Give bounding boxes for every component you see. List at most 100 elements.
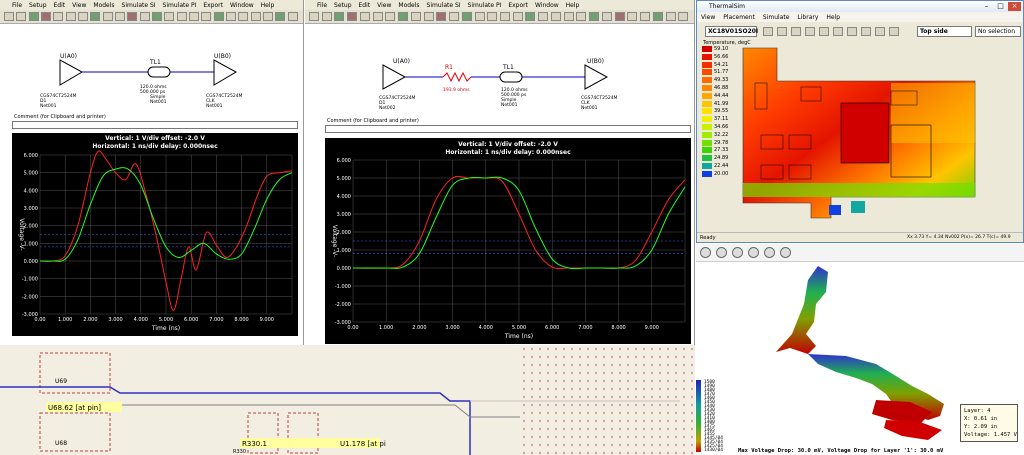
toolbar-button[interactable]: [665, 12, 676, 21]
toolbar-button[interactable]: [275, 12, 286, 21]
middle-menu-help[interactable]: Help: [566, 2, 580, 9]
toolbar-button[interactable]: [436, 12, 447, 21]
left-menu-export[interactable]: Export: [203, 2, 223, 9]
toolbar-button[interactable]: [102, 12, 113, 21]
toolbar-button[interactable]: [53, 12, 64, 21]
toolbar-icon[interactable]: [791, 27, 801, 36]
toolbar-button[interactable]: [474, 12, 485, 21]
toolbar-button[interactable]: [263, 12, 273, 21]
toolbar-button[interactable]: [423, 12, 434, 21]
toolbar-button[interactable]: [309, 12, 319, 21]
middle-menu-edit[interactable]: Edit: [359, 2, 371, 9]
toolbar-button[interactable]: [16, 12, 27, 21]
toolbar-button[interactable]: [410, 12, 421, 21]
toolbar-button[interactable]: [398, 12, 409, 21]
receiver-buffer-icon[interactable]: [213, 59, 238, 86]
minimize-icon[interactable]: –: [980, 2, 993, 11]
toolbar-button[interactable]: [238, 12, 249, 21]
middle-menu-simulate-pi[interactable]: Simulate PI: [468, 2, 502, 9]
left-menu-models[interactable]: Models: [93, 2, 114, 9]
left-menu-edit[interactable]: Edit: [54, 2, 66, 9]
part-select[interactable]: XC18V01SO20I: [705, 26, 758, 37]
toolbar-button[interactable]: [287, 12, 298, 21]
driver-buffer-icon[interactable]: [382, 64, 407, 90]
toolbar-button[interactable]: [461, 12, 472, 21]
toolbar-button[interactable]: [589, 12, 600, 21]
thermal-menu-simulate[interactable]: Simulate: [763, 14, 790, 21]
toolbar-button[interactable]: [127, 12, 138, 21]
toolbar-button[interactable]: [28, 12, 39, 21]
middle-menu-export[interactable]: Export: [508, 2, 528, 9]
middle-menu-view[interactable]: View: [377, 2, 391, 9]
left-menu-view[interactable]: View: [72, 2, 86, 9]
left-menu-setup[interactable]: Setup: [29, 2, 46, 9]
toolbar-button[interactable]: [538, 12, 549, 21]
comment-input-middle[interactable]: [325, 125, 691, 133]
maximize-icon[interactable]: □: [994, 2, 1007, 11]
toolbar-icon[interactable]: [875, 27, 885, 36]
toolbar-button[interactable]: [164, 12, 175, 21]
toolbar-button[interactable]: [176, 12, 187, 21]
resistor-icon[interactable]: [442, 71, 472, 83]
toolbar-button[interactable]: [678, 12, 689, 21]
toolbar-button[interactable]: [359, 12, 370, 21]
toolbar-button[interactable]: [627, 12, 638, 21]
toolbar-button[interactable]: [152, 12, 162, 21]
toolbar-button[interactable]: [4, 12, 14, 21]
tline-icon[interactable]: [147, 66, 171, 78]
toolbar-button[interactable]: [139, 12, 150, 21]
tline-icon[interactable]: [499, 71, 523, 83]
selection-select[interactable]: No selection: [975, 26, 1021, 37]
toolbar-button[interactable]: [372, 12, 383, 21]
middle-menu-window[interactable]: Window: [535, 2, 559, 9]
toolbar-button[interactable]: [347, 12, 358, 21]
toolbar-button[interactable]: [385, 12, 396, 21]
toolbar-button[interactable]: [78, 12, 88, 21]
thermal-menu-view[interactable]: View: [701, 14, 715, 21]
left-menu-file[interactable]: File: [12, 2, 22, 9]
left-menu-simulate-si[interactable]: Simulate SI: [122, 2, 156, 9]
toolbar-button[interactable]: [201, 12, 212, 21]
toolbar-button[interactable]: [576, 12, 587, 21]
toolbar-button[interactable]: [321, 12, 332, 21]
toolbar-icon[interactable]: [819, 27, 829, 36]
side-select[interactable]: Top side: [917, 26, 972, 37]
toolbar-button[interactable]: [640, 12, 651, 21]
toolbar-button[interactable]: [601, 12, 612, 21]
toolbar-icon[interactable]: [805, 27, 815, 36]
middle-menu-models[interactable]: Models: [398, 2, 419, 9]
toolbar-button[interactable]: [614, 12, 625, 21]
thermal-menu-help[interactable]: Help: [826, 14, 840, 21]
toolbar-icon[interactable]: [777, 27, 787, 36]
toolbar-button[interactable]: [487, 12, 498, 21]
toolbar-button[interactable]: [512, 12, 523, 21]
left-menu-simulate-pi[interactable]: Simulate PI: [163, 2, 197, 9]
toolbar-button[interactable]: [226, 12, 236, 21]
middle-menu-file[interactable]: File: [317, 2, 327, 9]
toolbar-button[interactable]: [563, 12, 574, 21]
toolbar-icon[interactable]: [889, 27, 899, 36]
comment-input-left[interactable]: [12, 121, 298, 129]
toolbar-icon[interactable]: [847, 27, 857, 36]
thermal-menu-placement[interactable]: Placement: [723, 14, 755, 21]
toolbar-button[interactable]: [41, 12, 51, 21]
toolbar-icon[interactable]: [833, 27, 843, 36]
left-menu-window[interactable]: Window: [230, 2, 254, 9]
thermal-map[interactable]: [741, 43, 1021, 223]
toolbar-button[interactable]: [115, 12, 125, 21]
toolbar-button[interactable]: [500, 12, 510, 21]
toolbar-button[interactable]: [250, 12, 261, 21]
toolbar-button[interactable]: [449, 12, 460, 21]
toolbar-button[interactable]: [334, 12, 345, 21]
middle-menu-setup[interactable]: Setup: [334, 2, 351, 9]
receiver-buffer-icon[interactable]: [584, 64, 609, 90]
toolbar-button[interactable]: [189, 12, 199, 21]
toolbar-button[interactable]: [90, 12, 101, 21]
toolbar-button[interactable]: [65, 12, 76, 21]
toolbar-button[interactable]: [652, 12, 663, 21]
driver-buffer-icon[interactable]: [59, 59, 84, 86]
pcb-layout-view[interactable]: U69 U68.62 [at pin] U68 R330 R330.1 U1.1…: [0, 345, 695, 455]
middle-menu-simulate-si[interactable]: Simulate SI: [427, 2, 461, 9]
close-icon[interactable]: ×: [1008, 2, 1021, 11]
toolbar-icon[interactable]: [763, 27, 773, 36]
